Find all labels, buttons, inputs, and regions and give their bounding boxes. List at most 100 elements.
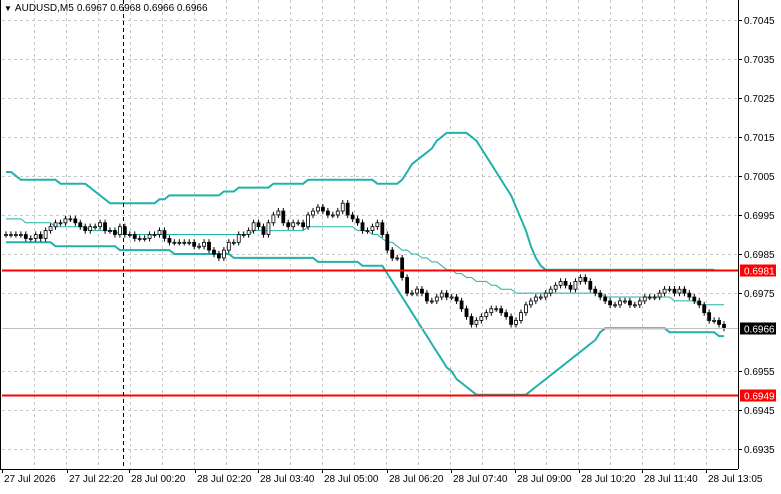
candle-body [499,308,504,314]
candle-body [73,218,78,224]
candle-body [632,304,637,307]
candle-body [424,292,429,302]
price-tick-label: 0.6955 [744,367,775,378]
candle-body [212,249,216,255]
candle-body [316,206,320,212]
candle-body [434,296,439,302]
candle-body [558,280,563,286]
chart-canvas[interactable]: 0.6981 0.6949 0.6966 0.7045 0.7035 0.7025 0.70… [0,0,781,489]
candle-body [286,222,291,228]
candle-body [28,238,33,240]
candle-body [533,296,538,302]
candle-body [18,234,23,236]
candle-body [117,226,122,235]
candle-body [177,241,182,244]
candle-body [717,320,721,325]
chart-header: ▼ AUDUSD,M5 0.6967 0.6968 0.6966 0.6966 [4,3,208,14]
candle-body [464,308,469,317]
candle-body [276,210,281,216]
candle-body [722,323,726,329]
candle-body [385,234,390,251]
candle-body [365,230,370,232]
candle-body [182,241,187,244]
candle-body [261,226,266,235]
candle-body [454,296,459,302]
candle-body [588,280,593,290]
candle-body [702,304,707,314]
price-tick-label: 0.7045 [744,16,775,27]
candle-body [548,288,553,294]
time-tick-label: 28 Jul 03:40 [260,474,315,485]
candle-body [306,214,310,228]
candle-body [380,222,385,235]
candle-body [330,214,335,217]
candle-body [167,238,172,243]
candle-body [583,277,588,282]
candle-body [296,222,301,225]
candle-body [578,277,583,282]
candle-body [459,300,464,310]
candle-body [573,280,578,290]
candle-body [38,234,43,239]
candle-body [271,214,276,224]
candle-body [568,284,573,290]
time-tick-label: 28 Jul 09:00 [517,474,572,485]
chart-background [0,0,781,489]
candle-body [538,296,543,299]
time-tick-label: 28 Jul 11:40 [644,474,698,485]
candle-body [187,241,192,244]
candle-body [58,222,63,225]
candle-body [667,288,672,291]
candle-body [311,210,315,216]
candle-body [439,292,444,298]
level-price-label: 0.6949 [744,392,775,403]
candle-body [355,218,360,224]
symbol-label: AUDUSD,M5 [14,3,74,14]
candle-body [405,277,409,294]
candle-body [108,230,112,232]
time-tick-label: 28 Jul 13:05 [708,474,763,485]
time-tick-label: 28 Jul 07:40 [453,474,508,485]
candle-body [474,320,479,325]
candle-body [113,230,117,235]
level-price-label: 0.6981 [744,267,775,278]
candle-body [593,288,598,294]
candle-body [415,288,419,294]
price-tick-label: 0.6975 [744,289,775,300]
candle-body [390,249,395,259]
candle-body [623,300,627,303]
candle-body [524,304,528,314]
candle-body [360,222,365,231]
price-chart[interactable]: 0.6981 0.6949 0.6966 0.7045 0.7035 0.7025 0.70… [0,0,781,489]
candle-body [23,234,28,239]
ohlc-label: 0.6967 0.6968 0.6966 0.6966 [76,3,208,14]
candle-body [251,222,256,231]
time-tick-label: 28 Jul 00:20 [131,474,186,485]
candle-body [647,296,652,299]
candle-body [83,226,88,231]
price-tick-label: 0.6995 [744,211,775,222]
candle-body [335,210,340,216]
candle-body [489,308,494,314]
candle-body [256,222,261,228]
candle-body [484,312,489,317]
time-tick-label: 28 Jul 05:00 [324,474,379,485]
candle-body [682,288,687,294]
candle-body [712,320,716,322]
candle-body [692,296,697,302]
candle-body [613,304,617,307]
candle-body [657,292,662,298]
candle-body [9,234,13,236]
candle-body [410,292,414,295]
candle-body [370,226,375,231]
candle-body [93,226,98,229]
candle-body [707,312,712,321]
price-tick-label: 0.7025 [744,94,775,105]
candle-body [246,230,251,235]
candle-body [662,288,667,294]
candle-body [375,222,380,228]
candle-body [4,234,8,236]
dropdown-triangle-icon[interactable]: ▼ [4,4,12,13]
candle-body [281,210,286,224]
candle-body [231,241,236,244]
